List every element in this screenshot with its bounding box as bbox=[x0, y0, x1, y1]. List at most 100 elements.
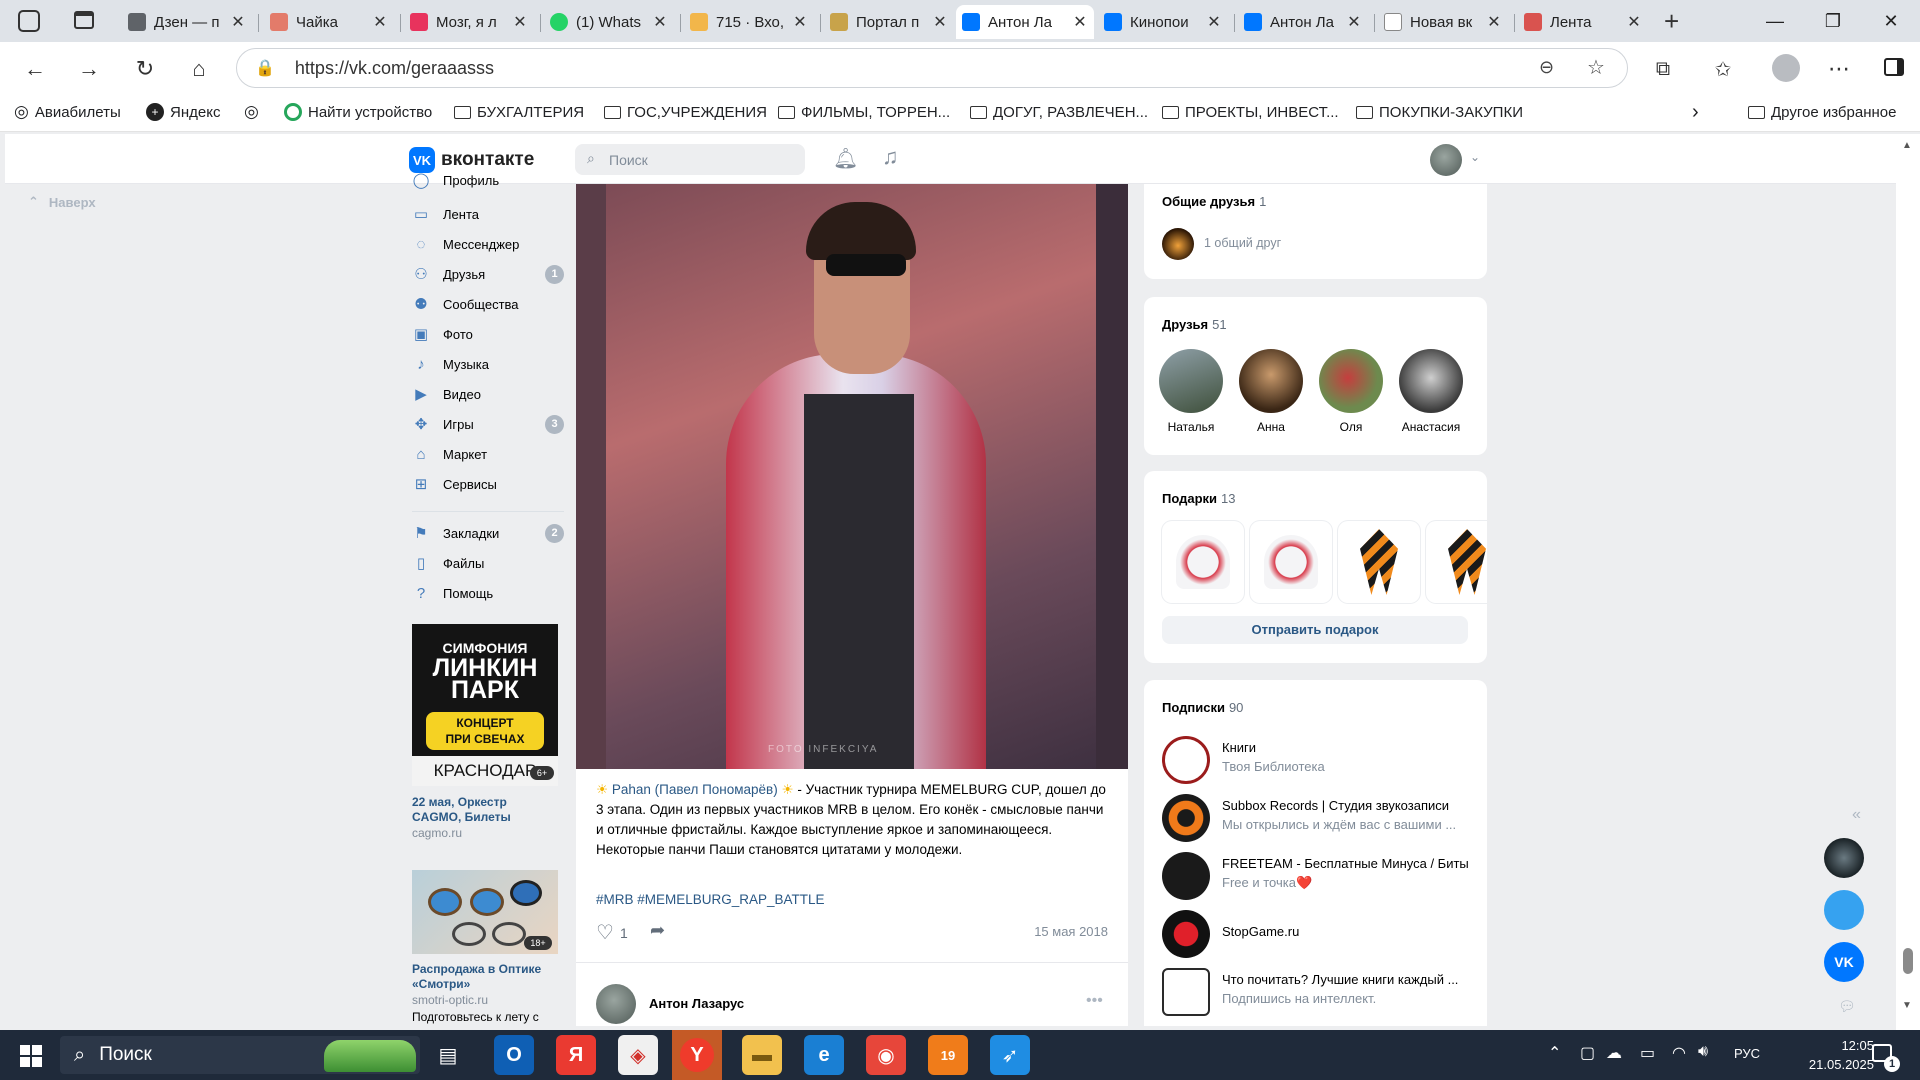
url-text[interactable]: https://vk.com/geraaasss bbox=[295, 58, 494, 79]
friend-name[interactable]: Оля bbox=[1311, 420, 1391, 434]
volume-icon[interactable]: 🔊︎ bbox=[1698, 1043, 1708, 1061]
tab-9[interactable]: Новая вк ✕ bbox=[1378, 5, 1508, 39]
tab-5[interactable]: Портал п ✕ bbox=[824, 5, 954, 39]
minimize-icon[interactable]: — bbox=[1746, 0, 1804, 42]
friend-name[interactable]: Наталья bbox=[1151, 420, 1231, 434]
scroll-thumb[interactable] bbox=[1903, 948, 1913, 974]
ad-domain[interactable]: cagmo.ru bbox=[412, 826, 462, 840]
tab-actions-icon[interactable] bbox=[74, 11, 94, 29]
wifi-icon[interactable]: ◠ bbox=[1672, 1043, 1686, 1063]
reload-icon[interactable]: ↻ bbox=[128, 52, 162, 86]
workspaces-icon[interactable] bbox=[18, 10, 40, 32]
tab-10[interactable]: Лента ✕ bbox=[1518, 5, 1648, 39]
friend-avatar[interactable] bbox=[1319, 349, 1383, 413]
close-icon[interactable]: ✕ bbox=[1626, 12, 1642, 32]
tab-6-active[interactable]: Антон Ла ✕ bbox=[956, 5, 1094, 39]
gift-item[interactable] bbox=[1250, 521, 1332, 603]
folder-proekty[interactable]: ПРОЕКТЫ, ИНВЕСТ... bbox=[1162, 94, 1339, 130]
subscriptions-title[interactable]: Подписки 90 bbox=[1162, 700, 1243, 715]
home-icon[interactable]: ⌂ bbox=[182, 52, 216, 86]
close-window-icon[interactable]: ✕ bbox=[1862, 0, 1920, 42]
bookmark-aviabilety[interactable]: ◎ Авиабилеты bbox=[14, 94, 121, 130]
folder-pokupki[interactable]: ПОКУПКИ-ЗАКУПКИ bbox=[1356, 94, 1523, 130]
tab-8[interactable]: Антон Ла ✕ bbox=[1238, 5, 1368, 39]
yandex-app-icon[interactable]: Я bbox=[556, 1035, 596, 1075]
folder-gos[interactable]: ГОС,УЧРЕЖДЕНИЯ bbox=[604, 94, 767, 130]
friend-avatar[interactable] bbox=[1239, 349, 1303, 413]
next-post-author[interactable]: Антон Лазарус bbox=[649, 996, 744, 1011]
send-gift-button[interactable]: Отправить подарок bbox=[1162, 616, 1468, 644]
tab-2[interactable]: Мозг, я л ✕ bbox=[404, 5, 534, 39]
close-icon[interactable]: ✕ bbox=[652, 12, 668, 32]
mutual-friends-text[interactable]: 1 общий друг bbox=[1204, 236, 1281, 250]
close-icon[interactable]: ✕ bbox=[1346, 12, 1362, 32]
close-icon[interactable]: ✕ bbox=[1206, 12, 1222, 32]
edge-browser-icon[interactable]: e bbox=[804, 1035, 844, 1075]
yandex-browser-icon[interactable]: Y bbox=[672, 1030, 722, 1080]
chrome-browser-icon[interactable]: ◉ bbox=[866, 1035, 906, 1075]
forward-arrow-icon[interactable]: → bbox=[72, 52, 106, 86]
gift-item[interactable] bbox=[1338, 521, 1420, 603]
favorite-star-icon[interactable]: ☆ bbox=[1587, 55, 1605, 80]
windows-start-icon[interactable] bbox=[20, 1045, 42, 1067]
mutual-friend-avatar[interactable] bbox=[1162, 228, 1194, 260]
friend-avatar[interactable] bbox=[1159, 349, 1223, 413]
folder-filmy[interactable]: ФИЛЬМЫ, ТОРРЕН... bbox=[778, 94, 950, 130]
address-bar[interactable]: 🔒 https://vk.com/geraaasss ⊖ ☆ bbox=[236, 48, 1628, 88]
lock-icon[interactable]: 🔒 bbox=[255, 58, 275, 78]
menu-item-feed[interactable]: ▭ Лента bbox=[412, 200, 564, 228]
new-tab-icon[interactable]: + bbox=[1664, 6, 1679, 37]
app-wing-icon[interactable]: ➶ bbox=[990, 1035, 1030, 1075]
folder-dosug[interactable]: ДОГУГ, РАЗВЛЕЧЕН... bbox=[970, 94, 1148, 130]
back-arrow-icon[interactable]: ← bbox=[18, 52, 52, 86]
tray-chevron-up-icon[interactable]: ⌃ bbox=[1548, 1043, 1561, 1063]
tab-4[interactable]: 715 · Вхо, ✕ bbox=[684, 5, 814, 39]
menu-item-profile[interactable]: ◯ Профиль bbox=[412, 170, 564, 190]
bookmark-globe[interactable]: ◎ bbox=[244, 94, 265, 130]
gift-item[interactable] bbox=[1162, 521, 1244, 603]
battery-icon[interactable]: ▭ bbox=[1640, 1043, 1655, 1063]
onedrive-icon[interactable]: ☁ bbox=[1606, 1043, 1622, 1063]
folder-buhgalteria[interactable]: БУХГАЛТЕРИЯ bbox=[454, 94, 584, 130]
tab-3[interactable]: (1) Whats ✕ bbox=[544, 5, 674, 39]
like-button[interactable]: ♡ 1 bbox=[596, 920, 628, 945]
close-icon[interactable]: ✕ bbox=[932, 12, 948, 32]
favorites-icon[interactable]: ✩ bbox=[1706, 52, 1740, 86]
subscription-item[interactable]: FREETEAM - Бесплатные Минуса / Биты Free… bbox=[1162, 848, 1472, 900]
ad-linkin-park-banner[interactable]: СИМФОНИЯ ЛИНКИН ПАРК КОНЦЕРТ ПРИ СВЕЧАХ … bbox=[412, 624, 558, 786]
back-to-top-button[interactable]: ⌃ Наверх bbox=[28, 194, 96, 210]
music-note-icon[interactable]: ♫ bbox=[882, 144, 899, 170]
tray-app-icon[interactable]: ▢ bbox=[1580, 1043, 1595, 1063]
close-icon[interactable]: ✕ bbox=[792, 12, 808, 32]
file-explorer-icon[interactable]: ▬ bbox=[742, 1035, 782, 1075]
menu-item-communities[interactable]: ⚉ Сообщества bbox=[412, 290, 564, 318]
tab-7[interactable]: Кинопои ✕ bbox=[1098, 5, 1228, 39]
extensions-icon[interactable]: ⧉ bbox=[1646, 52, 1680, 86]
vk-chat-avatar[interactable]: VK bbox=[1824, 942, 1864, 982]
close-icon[interactable]: ✕ bbox=[372, 12, 388, 32]
subscription-item[interactable]: Книги Твоя Библиотека bbox=[1162, 732, 1472, 784]
mention-link[interactable]: Pahan (Павел Пономарёв) bbox=[612, 782, 778, 797]
menu-item-services[interactable]: ⊞ Сервисы bbox=[412, 470, 564, 498]
share-icon[interactable]: ➦ bbox=[650, 920, 665, 941]
task-view-icon[interactable]: ▤ bbox=[428, 1035, 468, 1075]
tab-0[interactable]: Дзен — п ✕ bbox=[122, 5, 252, 39]
restore-icon[interactable]: ❐ bbox=[1804, 0, 1862, 42]
subscription-item[interactable]: Subbox Records | Студия звукозаписи Мы о… bbox=[1162, 790, 1472, 842]
ad-title-link[interactable]: Распродажа в Оптике «Смотри» bbox=[412, 962, 558, 992]
user-avatar[interactable] bbox=[1430, 144, 1462, 176]
taskbar-search[interactable]: ⌕ Поиск bbox=[60, 1036, 420, 1074]
menu-item-help[interactable]: ? Помощь bbox=[412, 579, 564, 607]
menu-item-market[interactable]: ⌂ Маркет bbox=[412, 440, 564, 468]
chevron-down-icon[interactable]: ⌄ bbox=[1470, 150, 1480, 164]
more-icon[interactable]: ⋯ bbox=[1822, 52, 1856, 86]
outlook-icon[interactable]: O bbox=[494, 1035, 534, 1075]
friend-name[interactable]: Анастасия bbox=[1391, 420, 1471, 434]
post-photo[interactable]: FOTO INFEKCIYA bbox=[576, 184, 1128, 769]
ad-sunglasses-image[interactable]: 18+ bbox=[412, 870, 558, 954]
menu-item-games[interactable]: ✥ Игры 3 bbox=[412, 410, 564, 438]
folder-other-favorites[interactable]: Другое избранное bbox=[1748, 94, 1896, 130]
scroll-down-arrow-icon[interactable]: ▼ bbox=[1902, 1000, 1912, 1011]
page-scrollbar[interactable]: ▲ ▼ bbox=[1896, 134, 1920, 1030]
profile-avatar[interactable] bbox=[1772, 54, 1800, 82]
